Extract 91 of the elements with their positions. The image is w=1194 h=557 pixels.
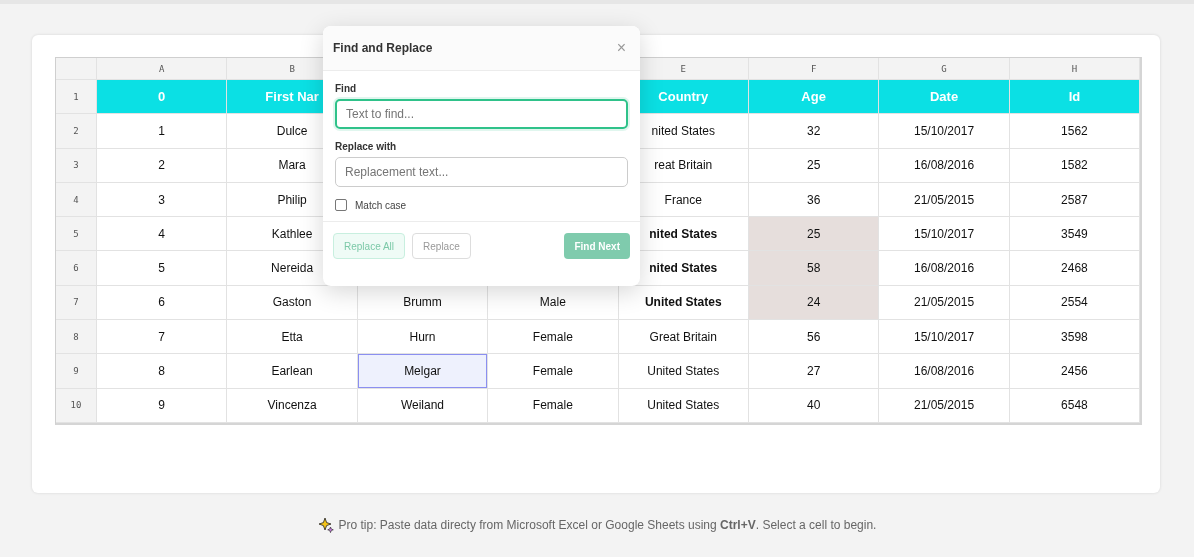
table-cell: 21/05/2015 [914, 295, 975, 310]
column-header[interactable]: F [810, 63, 817, 74]
table-cell: Brumm [403, 295, 442, 310]
table-cell: 40 [806, 398, 821, 413]
header-cell: Age [801, 89, 826, 105]
field-label: Replace with [335, 141, 397, 152]
row-header[interactable]: 8 [73, 331, 79, 342]
table-cell: Hurn [409, 329, 436, 344]
column-header[interactable]: E [680, 63, 686, 74]
table-cell: Mara [278, 158, 306, 173]
table-cell: Gaston [272, 295, 312, 310]
table-cell: 2468 [1061, 261, 1088, 276]
table-cell: 16/08/2016 [914, 158, 975, 173]
table-cell: 25 [806, 158, 821, 173]
table-cell[interactable]: 58 [748, 251, 879, 285]
table-cell: 16/08/2016 [914, 364, 975, 378]
table-cell: 2456 [1061, 364, 1088, 378]
sparkle-icon [317, 517, 334, 533]
table-cell: Nereida [271, 261, 314, 276]
find-field[interactable]: Text to find... [335, 99, 628, 129]
table-cell: United States [647, 364, 720, 378]
table-cell: nited States [651, 123, 715, 138]
table-cell: Female [532, 329, 573, 344]
table-cell: Earlean [271, 364, 313, 378]
table-cell: 2554 [1061, 295, 1088, 310]
table-cell[interactable]: 24 [748, 285, 879, 320]
table-cell: 27 [806, 364, 821, 378]
column-header[interactable]: H [1071, 63, 1078, 74]
table-cell: 5 [158, 261, 166, 276]
row-header[interactable]: 10 [70, 400, 82, 411]
table-cell: Great Britain [649, 329, 717, 344]
field-label: Find [335, 83, 357, 94]
table-cell[interactable]: 25 [748, 217, 879, 251]
table-cell: 21/05/2015 [914, 192, 975, 207]
table-cell: France [664, 192, 702, 207]
table-cell: Vincenza [267, 398, 317, 413]
table-cell: reat Britain [654, 158, 713, 173]
dialog-title: Find and Replace [333, 41, 433, 55]
table-cell: Weiland [400, 398, 445, 413]
header-cell: Id [1068, 89, 1081, 105]
table-cell: Male [539, 295, 566, 310]
table-cell: 9 [158, 398, 166, 413]
table-cell: 6 [158, 295, 166, 310]
checkbox-label[interactable]: Match case [355, 199, 407, 211]
table-cell: 1562 [1061, 123, 1088, 138]
column-header[interactable]: A [159, 63, 165, 74]
table-cell: 36 [806, 192, 821, 207]
table-cell: 32 [806, 123, 821, 138]
table-cell: Dulce [276, 123, 308, 138]
table-cell: 7 [158, 329, 166, 344]
tip-text: Pro tip: Paste data directy from Microsoft Excel or Google Sheets using Ctrl+V. Select a cell to begin. [338, 518, 877, 532]
row-header[interactable]: 7 [73, 297, 79, 308]
header-cell: 0 [158, 89, 166, 105]
row-header[interactable]: 4 [73, 194, 79, 205]
table-cell[interactable]: United States [618, 285, 748, 320]
table-cell: 15/10/2017 [914, 329, 975, 344]
column-header[interactable]: G [941, 63, 947, 74]
table-cell: Female [532, 398, 573, 413]
checkbox[interactable] [335, 199, 347, 211]
table-cell: 3549 [1061, 226, 1088, 241]
table-cell: 4 [158, 226, 166, 241]
table-cell: Kathlee [271, 226, 313, 241]
table-cell: 1 [158, 123, 166, 138]
table-cell: 3 [158, 192, 166, 207]
table-cell: 16/08/2016 [914, 261, 975, 276]
table-cell: 8 [158, 364, 166, 378]
table-cell: United States [647, 398, 720, 413]
table-cell: Philip [277, 192, 307, 207]
table-cell: 15/10/2017 [914, 226, 975, 241]
table-cell: 56 [806, 329, 821, 344]
header-cell: Country [658, 89, 709, 105]
table-cell: Female [532, 364, 573, 378]
table-cell: 21/05/2015 [914, 398, 975, 413]
row-header[interactable]: 2 [73, 125, 79, 136]
table-cell: 6548 [1061, 398, 1088, 413]
table-cell: 15/10/2017 [914, 123, 975, 138]
table-cell: 2587 [1061, 192, 1088, 207]
table-cell: 2 [158, 158, 166, 173]
table-cell: 3598 [1061, 329, 1088, 344]
selected-cell[interactable]: Melgar [357, 354, 488, 388]
replace-field[interactable]: Replacement text... [335, 157, 628, 187]
table-cell: Etta [281, 329, 303, 344]
row-header[interactable]: 1 [73, 91, 79, 102]
header-cell: First Nar [265, 89, 319, 105]
column-header[interactable]: B [289, 63, 295, 74]
row-header[interactable]: 3 [73, 160, 79, 171]
header-cell: Date [929, 89, 959, 105]
row-header[interactable]: 5 [73, 228, 79, 239]
row-header[interactable]: 9 [73, 366, 79, 376]
row-header[interactable]: 6 [73, 263, 79, 274]
table-cell: 1582 [1061, 158, 1088, 173]
